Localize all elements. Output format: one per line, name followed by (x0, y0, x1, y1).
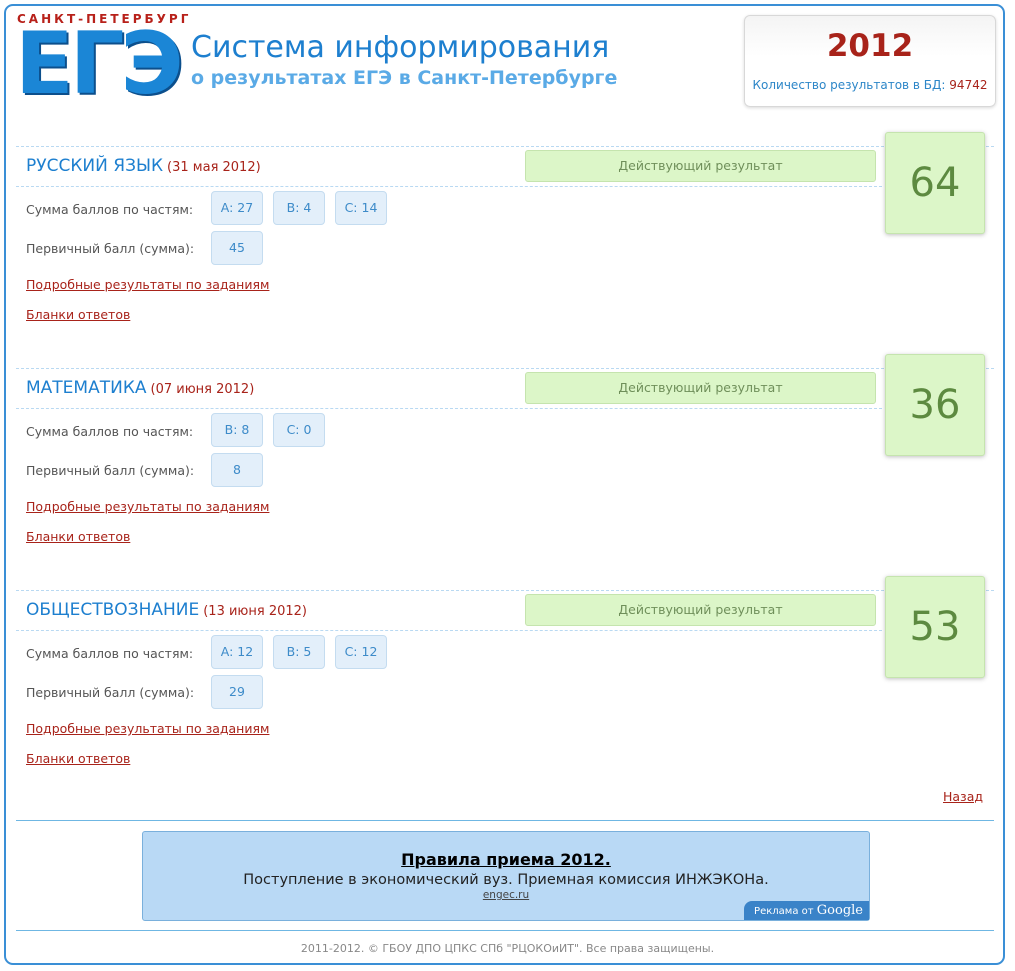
answer-sheets-link[interactable]: Бланки ответов (26, 751, 130, 766)
ad-text: Поступление в экономический вуз. Приемна… (243, 872, 769, 888)
part-score: A: 27 (211, 191, 263, 225)
part-score: C: 14 (335, 191, 387, 225)
db-count-label: Количество результатов в БД: (752, 78, 946, 92)
page-title: Система информирования (191, 30, 610, 65)
exam-subject: ОБЩЕСТВОЗНАНИЕ (26, 600, 200, 620)
part-score: B: 4 (273, 191, 325, 225)
exam-date: (13 июня 2012) (203, 604, 307, 619)
ad-title[interactable]: Правила приема 2012. (143, 850, 869, 869)
exam-subject: МАТЕМАТИКА (26, 378, 147, 398)
primary-label: Первичный балл (сумма): (26, 241, 195, 256)
details-link[interactable]: Подробные результаты по заданиям (26, 721, 269, 736)
section-divider (16, 408, 882, 409)
google-logo: Google (816, 903, 863, 918)
ad-badge-label: Реклама от (754, 906, 814, 917)
primary-label: Первичный балл (сумма): (26, 685, 195, 700)
section-divider (16, 368, 994, 369)
exam-title: РУССКИЙ ЯЗЫК (31 мая 2012) (26, 156, 261, 176)
exam-title: МАТЕМАТИКА (07 июня 2012) (26, 378, 254, 398)
page-subtitle: о результатах ЕГЭ в Санкт-Петербурге (191, 67, 618, 89)
exam-section: РУССКИЙ ЯЗЫК (31 мая 2012) Действующий ре… (16, 132, 994, 368)
part-score: C: 12 (335, 635, 387, 669)
year-value: 2012 (826, 28, 914, 64)
section-divider (16, 590, 994, 591)
parts-label: Сумма баллов по частям: (26, 202, 194, 217)
content-divider (16, 820, 994, 821)
part-score: B: 8 (211, 413, 263, 447)
exam-date: (07 июня 2012) (150, 382, 255, 397)
details-link[interactable]: Подробные результаты по заданиям (26, 277, 269, 292)
primary-score: 8 (211, 453, 263, 487)
section-divider (16, 186, 882, 187)
test-score: 53 (885, 576, 985, 678)
parts-label: Сумма баллов по частям: (26, 424, 194, 439)
part-score: A: 12 (211, 635, 263, 669)
details-link[interactable]: Подробные результаты по заданиям (26, 499, 269, 514)
db-count: Количество результатов в БД: 94742 (745, 78, 995, 92)
footer-copyright: 2011-2012. © ГБОУ ДПО ЦПКС СПб "РЦОКОиИТ… (300, 942, 715, 955)
db-count-value: 94742 (949, 78, 988, 92)
ad-badge[interactable]: Реклама от Google (744, 901, 869, 920)
back-link[interactable]: Назад (943, 789, 983, 804)
footer-divider (16, 930, 994, 931)
exam-subject: РУССКИЙ ЯЗЫК (26, 156, 164, 176)
status-badge: Действующий результат (525, 594, 876, 626)
test-score: 36 (885, 354, 985, 456)
primary-label: Первичный балл (сумма): (26, 463, 195, 478)
primary-score: 29 (211, 675, 263, 709)
status-badge: Действующий результат (525, 150, 876, 182)
year-panel: 2012 Количество результатов в БД: 94742 (744, 15, 996, 107)
logo-text: ЕГЭ (15, 14, 184, 114)
primary-score: 45 (211, 231, 263, 265)
exam-title: ОБЩЕСТВОЗНАНИЕ (13 июня 2012) (26, 600, 307, 620)
parts-label: Сумма баллов по частям: (26, 646, 194, 661)
part-score: C: 0 (273, 413, 325, 447)
exam-date: (31 мая 2012) (167, 160, 261, 175)
section-divider (16, 630, 882, 631)
ad-url[interactable]: engec.ru (143, 889, 869, 901)
exam-section: МАТЕМАТИКА (07 июня 2012) Действующий рез… (16, 354, 994, 590)
status-badge: Действующий результат (525, 372, 876, 404)
section-divider (16, 146, 994, 147)
ege-logo: САНКТ-ПЕТЕРБУРГ ЕГЭ (15, 12, 188, 112)
exam-section: ОБЩЕСТВОЗНАНИЕ (13 июня 2012) Действующий… (16, 576, 994, 812)
part-score: B: 5 (273, 635, 325, 669)
test-score: 64 (885, 132, 985, 234)
answer-sheets-link[interactable]: Бланки ответов (26, 307, 130, 322)
answer-sheets-link[interactable]: Бланки ответов (26, 529, 130, 544)
ad-banner[interactable]: Правила приема 2012. Поступление в эконо… (142, 831, 870, 921)
